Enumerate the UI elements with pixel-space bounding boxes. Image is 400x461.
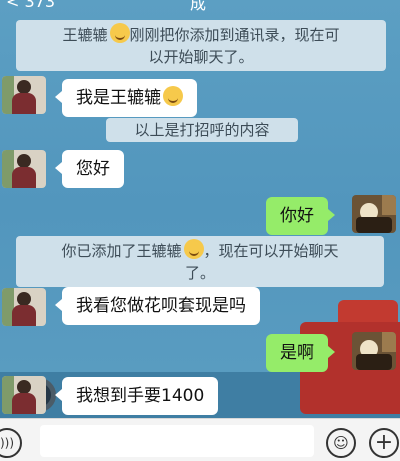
message-bubble-received[interactable]: 我是王辘辘: [55, 79, 197, 117]
self-avatar[interactable]: [352, 332, 396, 370]
smile-emoji-icon: [183, 239, 204, 259]
message-text: 我看您做花呗套现是吗: [76, 296, 246, 316]
emoji-icon[interactable]: ☺: [326, 428, 356, 458]
notice-text: 刚刚把你添加到通讯录，现在可: [129, 26, 340, 44]
message-bubble-sent[interactable]: 你好: [266, 197, 335, 235]
contact-avatar[interactable]: [2, 150, 46, 188]
smile-emoji-icon: [163, 86, 183, 106]
system-notice-added: 王辘辘 刚刚把你添加到通讯录，现在可 以开始聊天了。: [16, 20, 386, 71]
notice-text: ，现在可以开始聊天: [203, 242, 339, 260]
back-button[interactable]: < 373: [6, 0, 55, 11]
notice-name: 王辘辘: [62, 26, 108, 44]
message-text: 我是王辘辘: [76, 88, 161, 108]
message-input[interactable]: [40, 425, 314, 457]
system-notice-greeting: 以上是打招呼的内容: [106, 118, 298, 142]
notice-text: 以上是打招呼的内容: [134, 121, 270, 139]
message-bubble-received[interactable]: 我看您做花呗套现是吗: [55, 287, 260, 325]
system-notice-you-added: 你已添加了王辘辘 ，现在可以开始聊天 了。: [16, 236, 384, 287]
notice-text-line2: 以开始聊天了。: [148, 48, 254, 66]
message-text: 您好: [76, 159, 110, 179]
voice-icon[interactable]: ))): [0, 428, 22, 458]
message-text: 我想到手要1400: [76, 386, 205, 406]
contact-avatar[interactable]: [2, 376, 46, 414]
notice-text: 你已添加了王辘辘: [61, 242, 182, 260]
message-bubble-received[interactable]: 您好: [55, 150, 124, 188]
message-bubble-received[interactable]: 我想到手要1400: [54, 377, 219, 415]
plus-icon[interactable]: +: [369, 428, 399, 458]
message-text: 是啊: [280, 343, 314, 363]
input-bar: ))) ☺ +: [0, 418, 400, 461]
self-avatar[interactable]: [352, 195, 396, 233]
smile-emoji-icon: [109, 23, 130, 43]
notice-text-line2: 了。: [184, 264, 215, 282]
message-bubble-sent[interactable]: 是啊: [266, 334, 335, 372]
top-bar: < 373 成: [0, 0, 400, 13]
contact-avatar[interactable]: [2, 76, 46, 114]
chat-title: 成: [190, 0, 207, 13]
message-text: 你好: [280, 206, 314, 226]
contact-avatar[interactable]: [2, 288, 46, 326]
